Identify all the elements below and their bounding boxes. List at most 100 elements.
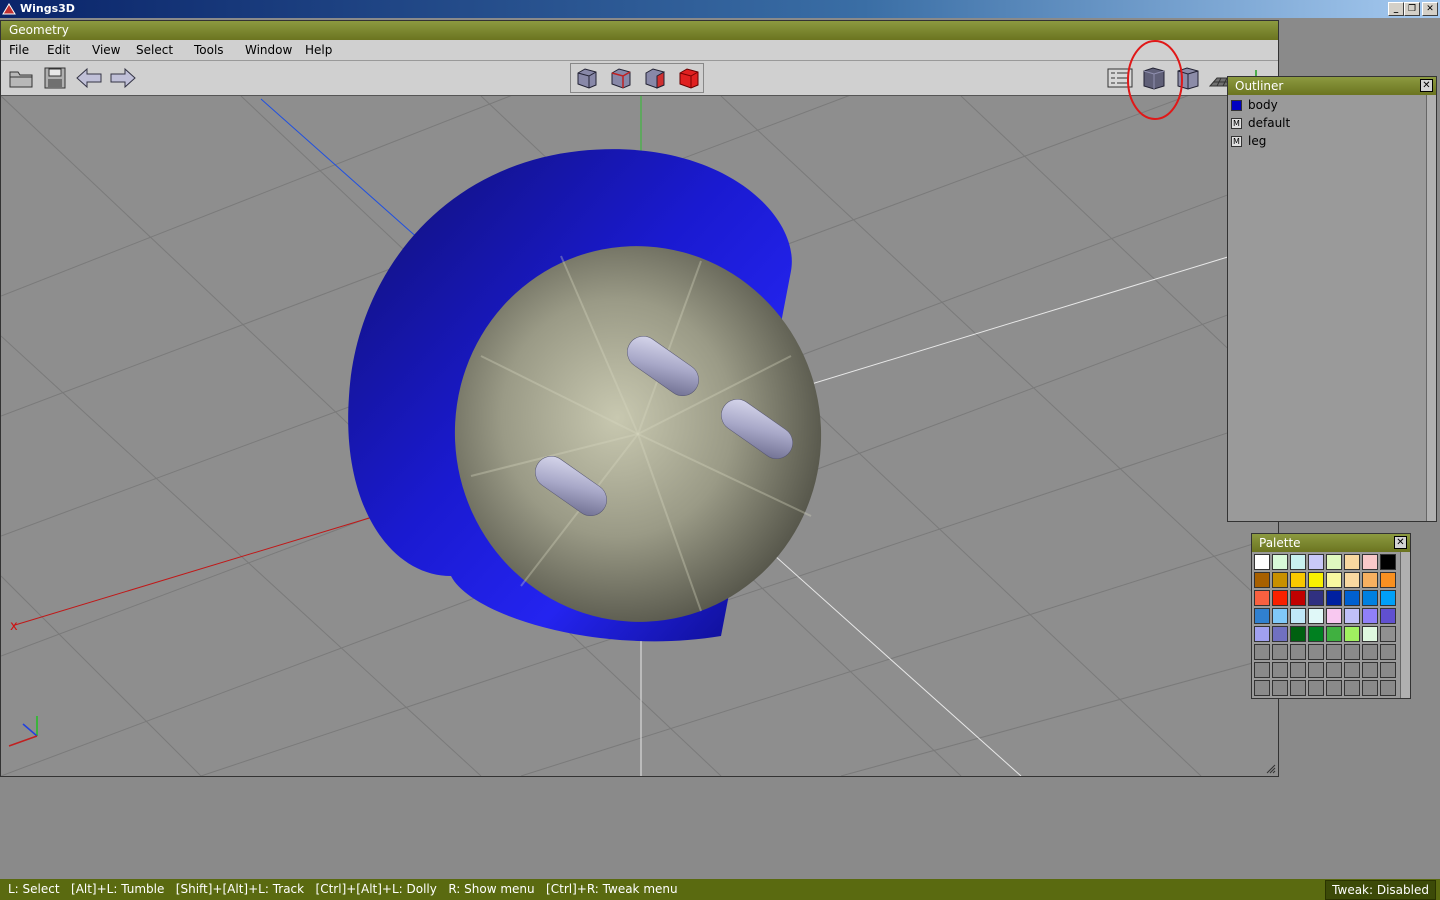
palette-swatch[interactable] xyxy=(1272,626,1288,642)
outliner-item-body[interactable]: body xyxy=(1231,97,1278,113)
outliner-close-button[interactable]: ✕ xyxy=(1420,79,1433,92)
palette-swatch[interactable] xyxy=(1344,662,1360,678)
palette-swatch[interactable] xyxy=(1326,590,1342,606)
palette-swatch[interactable] xyxy=(1344,590,1360,606)
palette-swatch[interactable] xyxy=(1362,608,1378,624)
palette-swatch[interactable] xyxy=(1380,554,1396,570)
palette-swatch[interactable] xyxy=(1290,662,1306,678)
palette-swatch[interactable] xyxy=(1326,554,1342,570)
palette-swatch[interactable] xyxy=(1308,662,1324,678)
palette-swatch[interactable] xyxy=(1272,554,1288,570)
palette-swatch[interactable] xyxy=(1254,554,1270,570)
palette-swatch[interactable] xyxy=(1344,680,1360,696)
menu-help[interactable]: Help xyxy=(305,43,332,57)
palette-title: Palette xyxy=(1252,534,1410,552)
palette-swatch[interactable] xyxy=(1308,572,1324,588)
palette-swatch[interactable] xyxy=(1308,680,1324,696)
palette-swatch[interactable] xyxy=(1326,662,1342,678)
close-button[interactable]: ✕ xyxy=(1422,2,1438,16)
palette-swatch[interactable] xyxy=(1254,680,1270,696)
palette-swatch[interactable] xyxy=(1380,626,1396,642)
save-icon[interactable] xyxy=(41,65,69,91)
palette-swatch[interactable] xyxy=(1254,662,1270,678)
palette-swatch[interactable] xyxy=(1362,662,1378,678)
palette-swatch[interactable] xyxy=(1290,680,1306,696)
palette-swatch[interactable] xyxy=(1380,680,1396,696)
palette-swatch[interactable] xyxy=(1326,608,1342,624)
palette-swatch[interactable] xyxy=(1272,590,1288,606)
wings3d-app-icon xyxy=(2,3,16,15)
palette-swatch[interactable] xyxy=(1290,554,1306,570)
minimize-button[interactable]: _ xyxy=(1388,2,1404,16)
palette-swatch[interactable] xyxy=(1254,608,1270,624)
menu-window[interactable]: Window xyxy=(245,43,292,57)
palette-swatch[interactable] xyxy=(1326,626,1342,642)
palette-swatch[interactable] xyxy=(1308,644,1324,660)
outliner-item-label: default xyxy=(1248,116,1291,130)
palette-swatch[interactable] xyxy=(1308,626,1324,642)
palette-swatch[interactable] xyxy=(1362,554,1378,570)
palette-swatch[interactable] xyxy=(1290,644,1306,660)
undo-arrow-icon[interactable] xyxy=(75,65,103,91)
palette-swatch[interactable] xyxy=(1290,626,1306,642)
app-title: Wings3D xyxy=(20,2,75,15)
palette-swatch[interactable] xyxy=(1326,572,1342,588)
palette-swatch[interactable] xyxy=(1362,626,1378,642)
palette-swatch[interactable] xyxy=(1272,644,1288,660)
outliner-item-leg[interactable]: M leg xyxy=(1231,133,1266,149)
palette-swatch[interactable] xyxy=(1290,572,1306,588)
palette-swatch[interactable] xyxy=(1272,680,1288,696)
palette-swatch[interactable] xyxy=(1308,590,1324,606)
palette-swatch[interactable] xyxy=(1362,680,1378,696)
restore-button[interactable]: ❐ xyxy=(1404,2,1420,16)
body-material-swatch xyxy=(1231,99,1242,111)
palette-swatch[interactable] xyxy=(1308,608,1324,624)
palette-swatch[interactable] xyxy=(1344,608,1360,624)
palette-swatch[interactable] xyxy=(1344,572,1360,588)
palette-swatch[interactable] xyxy=(1254,590,1270,606)
palette-swatch[interactable] xyxy=(1380,662,1396,678)
palette-swatch[interactable] xyxy=(1272,572,1288,588)
palette-close-button[interactable]: ✕ xyxy=(1394,536,1407,549)
outliner-item-default[interactable]: M default xyxy=(1231,115,1290,131)
palette-swatch[interactable] xyxy=(1254,626,1270,642)
palette-swatch[interactable] xyxy=(1344,644,1360,660)
palette-swatch[interactable] xyxy=(1344,554,1360,570)
edge-select-icon[interactable] xyxy=(607,65,635,91)
palette-swatch[interactable] xyxy=(1290,590,1306,606)
palette-swatch[interactable] xyxy=(1380,644,1396,660)
palette-swatch[interactable] xyxy=(1326,680,1342,696)
outliner-item-label: leg xyxy=(1248,134,1267,148)
palette-swatch[interactable] xyxy=(1362,590,1378,606)
palette-swatch[interactable] xyxy=(1254,572,1270,588)
outliner-scrollbar[interactable] xyxy=(1426,95,1436,521)
resize-grip-icon[interactable] xyxy=(1266,764,1276,774)
face-select-icon[interactable] xyxy=(641,65,669,91)
palette-swatch[interactable] xyxy=(1326,644,1342,660)
scene-canvas[interactable]: x xyxy=(1,96,1278,776)
menu-select[interactable]: Select xyxy=(136,43,173,57)
palette-scrollbar[interactable] xyxy=(1400,552,1410,698)
palette-swatch[interactable] xyxy=(1344,626,1360,642)
menu-file[interactable]: File xyxy=(9,43,29,57)
material-icon: M xyxy=(1231,135,1242,147)
tweak-status[interactable]: Tweak: Disabled xyxy=(1325,880,1436,900)
body-select-icon[interactable] xyxy=(675,65,703,91)
vertex-select-icon[interactable] xyxy=(573,65,601,91)
palette-swatch[interactable] xyxy=(1272,662,1288,678)
redo-arrow-icon[interactable] xyxy=(109,65,137,91)
menu-view[interactable]: View xyxy=(92,43,120,57)
palette-swatch[interactable] xyxy=(1290,608,1306,624)
menu-edit[interactable]: Edit xyxy=(47,43,70,57)
palette-swatch[interactable] xyxy=(1380,572,1396,588)
palette-swatch[interactable] xyxy=(1380,608,1396,624)
palette-swatch[interactable] xyxy=(1254,644,1270,660)
palette-swatch[interactable] xyxy=(1380,590,1396,606)
menu-tools[interactable]: Tools xyxy=(194,43,224,57)
palette-swatch[interactable] xyxy=(1362,572,1378,588)
palette-swatch[interactable] xyxy=(1362,644,1378,660)
3d-viewport[interactable]: x xyxy=(1,96,1278,776)
palette-swatch[interactable] xyxy=(1308,554,1324,570)
open-folder-icon[interactable] xyxy=(7,65,35,91)
palette-swatch[interactable] xyxy=(1272,608,1288,624)
